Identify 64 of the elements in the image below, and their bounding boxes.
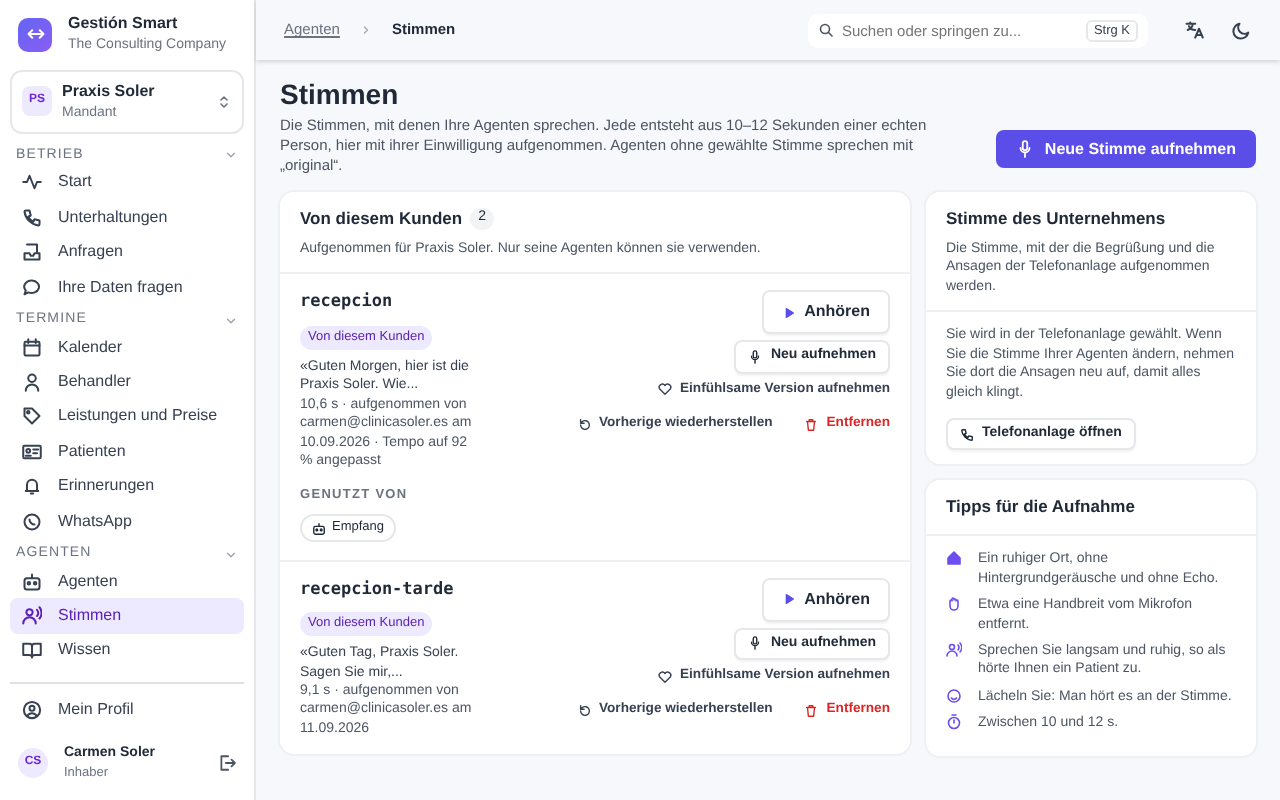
restore-icon <box>577 417 591 432</box>
chat-circle-icon <box>22 511 42 532</box>
moon-icon <box>1232 20 1252 40</box>
stopwatch-icon <box>946 714 962 731</box>
page-title: Stimmen <box>280 78 401 112</box>
person-sound-icon <box>946 641 962 658</box>
translate-icon <box>1184 20 1204 40</box>
logout-button[interactable] <box>218 754 236 773</box>
robot-icon <box>312 521 326 536</box>
sidebar-item[interactable]: Anfragen <box>10 234 244 270</box>
speech-bubble-icon <box>22 277 42 298</box>
sidebar-item[interactable]: Kalender <box>10 329 244 365</box>
sidebar-item[interactable]: Patienten <box>10 434 244 469</box>
smiley-icon <box>946 687 962 704</box>
book-icon <box>22 640 42 661</box>
logout-icon <box>218 754 236 773</box>
microphone-icon <box>748 350 763 365</box>
tenant-name: Praxis Soler <box>62 79 157 103</box>
home-icon <box>946 550 962 567</box>
microphone-icon <box>748 636 763 651</box>
inbox-icon <box>22 242 42 263</box>
phone-icon <box>960 427 974 442</box>
sidebar-item[interactable]: Stimmen <box>10 598 244 634</box>
play-icon <box>782 592 797 607</box>
bell-icon <box>22 476 42 497</box>
person-sound-icon <box>22 606 42 627</box>
chevron-updown-icon <box>216 93 232 110</box>
sidebar-item[interactable]: Erinnerungen <box>10 469 244 504</box>
listen-button[interactable]: Anhören <box>762 577 890 622</box>
heart-icon <box>658 382 672 397</box>
robot-icon <box>22 571 42 592</box>
search-icon <box>818 21 834 37</box>
app-name: Gestión Smart <box>68 12 180 36</box>
sidebar-item[interactable]: Unterhaltungen <box>10 200 244 235</box>
sidebar-item[interactable]: Leistungen und Preise <box>10 399 244 435</box>
card-title: Stimme des Unternehmens <box>946 206 1168 232</box>
trash-icon <box>804 703 819 718</box>
sidebar-item[interactable]: Agenten <box>10 563 244 599</box>
arrows-icon <box>25 24 45 45</box>
calendar-icon <box>22 337 42 358</box>
sidebar-item[interactable]: WhatsApp <box>10 503 244 539</box>
user-circle-icon <box>22 700 42 721</box>
tag-icon <box>22 406 42 427</box>
sidebar-item[interactable]: Behandler <box>10 364 244 400</box>
card-title: Von diesem Kunden <box>300 206 463 232</box>
microphone-icon <box>1016 140 1035 159</box>
profile-link[interactable]: Mein Profil <box>10 692 244 728</box>
card-title: Tipps für die Aufnahme <box>946 494 1137 521</box>
sidebar-item[interactable]: Ihre Daten fragen <box>10 269 244 305</box>
trash-icon <box>804 417 819 432</box>
sidebar-item[interactable]: Wissen <box>10 633 244 669</box>
voice-name: recepcion-tarde <box>300 577 456 603</box>
voice-name: recepcion <box>300 290 395 317</box>
pulse-icon <box>22 172 42 193</box>
sidebar-item[interactable]: Start <box>10 165 244 201</box>
chevron-right-icon <box>359 24 372 36</box>
listen-button[interactable]: Anhören <box>762 290 890 335</box>
phone-icon <box>22 207 42 228</box>
heart-icon <box>658 669 672 684</box>
record-voice-button[interactable]: Neue Stimme aufnehmen <box>996 130 1256 169</box>
play-icon <box>782 305 797 320</box>
id-card-icon <box>22 441 42 462</box>
person-icon <box>22 372 42 393</box>
restore-icon <box>577 703 591 718</box>
